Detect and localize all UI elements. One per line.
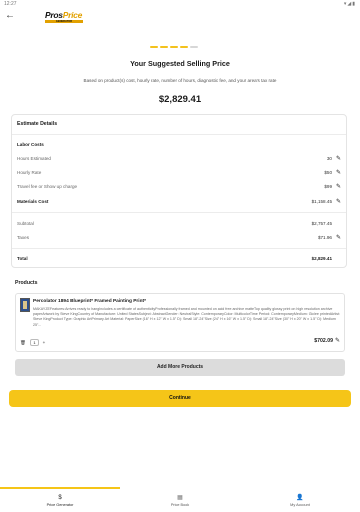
progress-step-4: [180, 46, 188, 48]
quantity-stepper: 🗑 1 +: [20, 339, 54, 346]
logo-word-price: Price: [62, 10, 83, 20]
materials-row: Materials Cost $1,158.45 ✎: [17, 198, 342, 206]
tab-my-account[interactable]: 👤 My Account: [240, 494, 360, 507]
rate-row: Hourly Rate $50 ✎: [17, 169, 342, 177]
suggested-price: $2,829.41: [158, 94, 202, 105]
edit-taxes-pencil-icon[interactable]: ✎: [335, 234, 342, 242]
materials-label: Materials Cost: [17, 199, 49, 204]
estimate-details-card: Estimate Details Labor Costs Hours Estim…: [11, 114, 347, 268]
subtotal-label: Subtotal: [17, 221, 34, 226]
estimate-details-title: Estimate Details: [12, 115, 346, 135]
edit-hours-pencil-icon[interactable]: ✎: [335, 155, 342, 163]
subtotal-row: Subtotal $2,757.45: [17, 220, 342, 228]
status-bar: 12:27 ▾◢▮: [0, 0, 360, 8]
hours-value: 30: [326, 156, 332, 161]
materials-value: $1,158.45: [311, 199, 332, 204]
hours-row: Hours Estimated 30 ✎: [17, 155, 342, 163]
back-arrow-icon[interactable]: ←: [4, 10, 16, 22]
product-card[interactable]: Percolator 1894 Blueprint* Framed Painti…: [15, 293, 345, 352]
person-icon: 👤: [296, 495, 304, 501]
active-tab-indicator: [0, 487, 120, 489]
product-name: Percolator 1894 Blueprint* Framed Painti…: [33, 299, 147, 304]
taxes-row: Taxes $71.96 ✎: [17, 234, 342, 242]
labor-costs-label: Labor Costs: [17, 142, 44, 147]
divider: [12, 248, 346, 249]
total-label: Total: [17, 256, 28, 261]
logo-tagline: GENERATOR: [45, 20, 83, 23]
product-thumbnail: [20, 298, 30, 312]
product-description: MAKAYZEFeatures:Arrives ready to hangInc…: [33, 307, 341, 327]
edit-product-pencil-icon[interactable]: ✎: [334, 337, 341, 344]
quantity-value[interactable]: 1: [30, 339, 39, 346]
tab-price-book[interactable]: ▦ Price Book: [120, 494, 240, 507]
page-title: Your Suggested Selling Price: [130, 59, 230, 68]
system-icons: ▾◢▮: [343, 1, 356, 7]
travel-value: $99: [324, 184, 332, 189]
progress-step-1: [150, 46, 158, 48]
rate-label: Hourly Rate: [17, 170, 42, 175]
tab-label: Price Book: [170, 503, 190, 507]
dollar-icon: $: [58, 495, 62, 501]
labor-costs-heading: Labor Costs: [17, 141, 342, 149]
tab-label: Price Generator: [46, 503, 74, 507]
tab-price-generator[interactable]: $ Price Generator: [0, 494, 120, 507]
plus-icon[interactable]: +: [41, 339, 47, 346]
app-logo: ProsPrice GENERATOR: [45, 11, 87, 23]
edit-materials-pencil-icon[interactable]: ✎: [335, 198, 342, 206]
product-price: $702.09: [314, 338, 333, 344]
page-subtitle: Based on product(s) cost, hourly rate, n…: [83, 78, 277, 83]
continue-button[interactable]: Continue: [9, 390, 351, 407]
edit-rate-pencil-icon[interactable]: ✎: [335, 169, 342, 177]
add-more-products-button[interactable]: Add More Products: [15, 359, 345, 376]
trash-icon[interactable]: 🗑: [20, 339, 26, 346]
travel-label: Travel fee or Show up charge: [17, 184, 78, 189]
taxes-label: Taxes: [17, 235, 29, 240]
rate-value: $50: [324, 170, 332, 175]
hours-label: Hours Estimated: [17, 156, 51, 161]
total-row: Total $2,829.41: [17, 255, 342, 263]
divider: [12, 212, 346, 213]
progress-step-2: [160, 46, 168, 48]
tab-label: My Account: [290, 503, 310, 507]
subtotal-value: $2,757.45: [311, 221, 332, 226]
progress-step-3: [170, 46, 178, 48]
travel-row: Travel fee or Show up charge $99 ✎: [17, 183, 342, 191]
progress-step-5: [190, 46, 198, 48]
taxes-value: $71.96: [317, 235, 332, 240]
book-icon: ▦: [177, 495, 183, 501]
products-heading: Products: [15, 280, 38, 286]
bottom-tab-bar: $ Price Generator ▦ Price Book 👤 My Acco…: [0, 487, 360, 512]
step-progress: [150, 46, 210, 48]
edit-travel-pencil-icon[interactable]: ✎: [335, 183, 342, 191]
total-value: $2,829.41: [311, 256, 332, 261]
logo-word-pros: Pros: [45, 10, 63, 20]
status-time: 12:27: [4, 1, 17, 7]
